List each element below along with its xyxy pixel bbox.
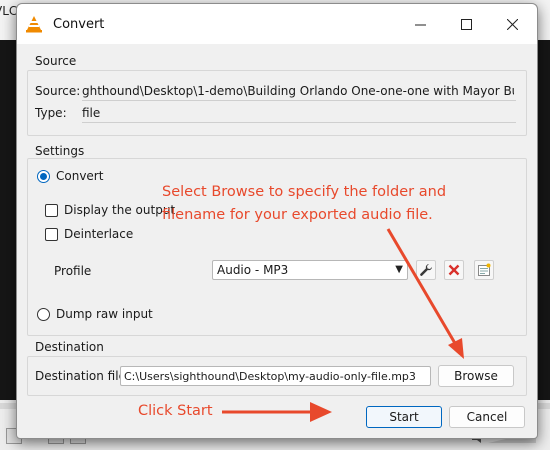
arrow-to-browse-icon [386, 228, 464, 359]
annotation-arrows [222, 228, 464, 422]
arrow-to-start-icon [222, 402, 332, 422]
